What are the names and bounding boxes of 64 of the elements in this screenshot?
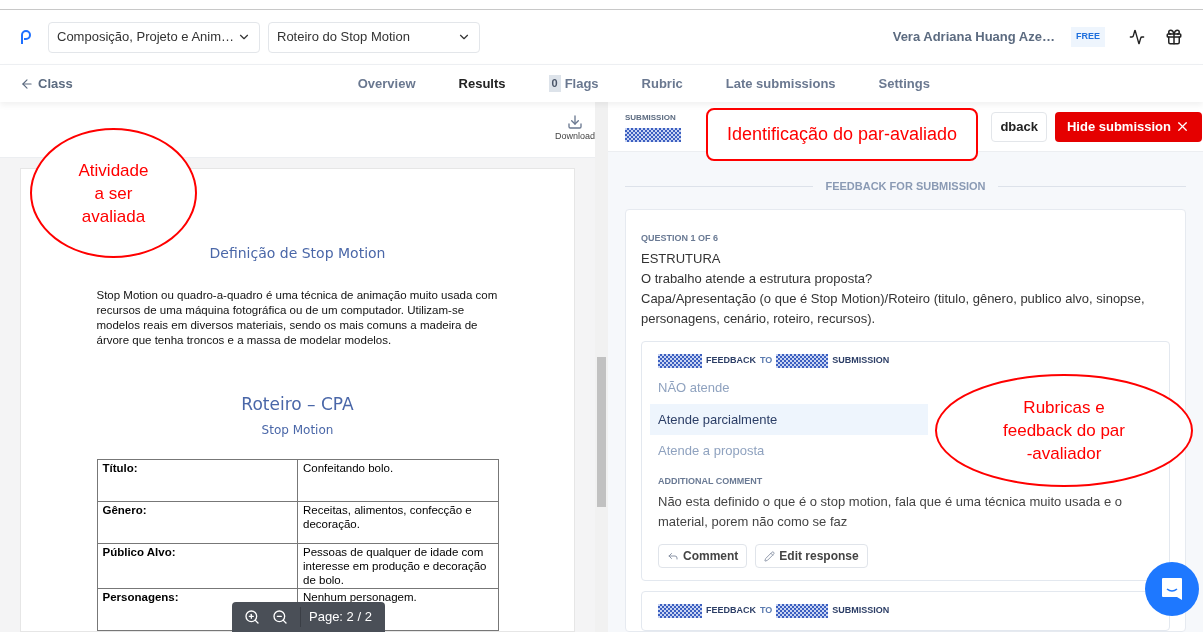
rubric-option[interactable]: Atende parcialmente bbox=[650, 403, 928, 435]
document-subtitle: Stop Motion bbox=[261, 422, 334, 439]
gift-icon[interactable] bbox=[1165, 28, 1183, 46]
plan-badge: FREE bbox=[1071, 27, 1105, 47]
activity-icon[interactable] bbox=[1129, 29, 1145, 45]
reply-icon bbox=[667, 550, 679, 562]
submission-label: SUBMISSION bbox=[832, 354, 890, 368]
feedback-button[interactable]: dback bbox=[991, 111, 1047, 142]
comment-button[interactable]: Comment bbox=[658, 544, 748, 568]
callout-text: Identificação do par-avaliado bbox=[726, 123, 958, 146]
chat-icon bbox=[1160, 576, 1184, 602]
edit-response-button[interactable]: Edit response bbox=[755, 544, 868, 568]
table-value-cell: Confeitando bolo. bbox=[297, 459, 498, 502]
section-title: FEEDBACK FOR SUBMISSION bbox=[825, 179, 986, 194]
nav-tab[interactable]: Rubric bbox=[641, 73, 683, 94]
callout-text: Rubricas e bbox=[1023, 397, 1105, 419]
class-dropdown[interactable]: Composição, Projeto e Anim… bbox=[48, 21, 260, 53]
table-value-cell: Receitas, alimentos, confecção e decoração. bbox=[297, 501, 498, 544]
nav-tab[interactable]: Settings bbox=[878, 73, 930, 94]
nav-tab[interactable]: 0 Flags bbox=[548, 73, 599, 94]
page-indicator: Page: 2 / 2 bbox=[300, 607, 372, 627]
comment-text: Não esta definido o que é o stop motion, fala que é uma técnica muito usada e o material, porem não como se faz bbox=[658, 493, 1123, 531]
comment-label: ADDITIONAL COMMENT bbox=[658, 474, 764, 488]
submission-label: SUBMISSION bbox=[832, 604, 890, 618]
zoom-in-icon[interactable] bbox=[244, 609, 260, 625]
pencil-icon bbox=[764, 550, 776, 562]
close-icon bbox=[1175, 119, 1190, 134]
redacted-block bbox=[776, 354, 829, 368]
question-detail: Capa/Apresentação (o que é Stop Motion)/Roteiro (titulo, gênero, publico alvo, sinopse, personagens, cenário, roteiro, recursos). bbox=[641, 290, 1146, 328]
nav-tab[interactable]: Results bbox=[458, 73, 506, 94]
back-link[interactable]: Class bbox=[20, 73, 73, 94]
feedback-to-label: TO bbox=[760, 354, 773, 368]
download-button[interactable]: Download bbox=[554, 114, 595, 144]
table-label-cell: Gênero: bbox=[97, 501, 298, 544]
submission-label: SUBMISSION bbox=[625, 111, 677, 124]
feedback-label: FEEDBACK bbox=[706, 604, 756, 618]
callout-text: avaliada bbox=[81, 205, 146, 228]
document-heading: Definição de Stop Motion bbox=[209, 243, 386, 263]
callout-text: -avaliador bbox=[1026, 443, 1102, 465]
table-label-cell: Público Alvo: bbox=[97, 543, 298, 589]
user-name[interactable]: Vera Adriana Huang Aze… bbox=[892, 27, 1055, 47]
question-number: QUESTION 1 OF 6 bbox=[641, 231, 719, 245]
redacted-block bbox=[658, 354, 702, 368]
table-value-cell: Pessoas de qualquer de idade com interesse em produção e decoração de bolo. bbox=[297, 543, 498, 589]
nav-tab[interactable]: Overview bbox=[357, 73, 416, 94]
document-title: Roteiro – CPA bbox=[241, 392, 354, 416]
document-paragraph: Stop Motion ou quadro-a-quadro é uma técnica de animação muito usada com recursos de uma máquina fotográfica ou de um computador. Utilizam-se modelos reais em diversos materiais, sendo os mais comuns a madeira de árvore que tenha troncos e a massa de modelar modelos. bbox=[96, 287, 499, 348]
feedback-to-label: TO bbox=[760, 604, 773, 618]
redacted-block bbox=[625, 127, 681, 142]
download-icon bbox=[567, 114, 583, 130]
callout-text: Atividade bbox=[78, 159, 149, 182]
callout-text: feedback do par bbox=[1003, 420, 1125, 442]
nav-tab[interactable]: Late submissions bbox=[725, 73, 836, 94]
flag-count: 0 bbox=[548, 75, 561, 92]
redacted-block bbox=[776, 604, 829, 618]
zoom-out-icon[interactable] bbox=[272, 609, 288, 625]
table-label-cell: Título: bbox=[97, 459, 298, 502]
hide-submission-button[interactable]: Hide submission bbox=[1054, 111, 1202, 142]
feedback-label: FEEDBACK bbox=[706, 354, 756, 368]
assignment-dropdown[interactable]: Roteiro do Stop Motion bbox=[268, 21, 480, 53]
question-title: ESTRUTURA bbox=[641, 250, 722, 268]
redacted-block bbox=[658, 604, 702, 618]
question-prompt: O trabalho atende a estrutura proposta? bbox=[641, 270, 874, 288]
callout-text: a ser bbox=[94, 182, 133, 205]
